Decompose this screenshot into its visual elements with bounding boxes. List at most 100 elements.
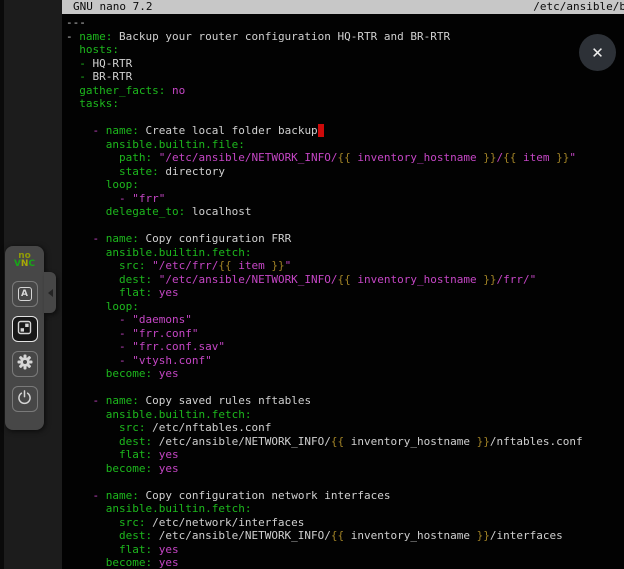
code-token: become: — [106, 556, 152, 569]
code-token — [66, 205, 106, 218]
code-line — [66, 111, 624, 125]
code-token: dest: — [119, 529, 152, 542]
code-token — [66, 70, 79, 83]
code-token: /frr/" — [497, 273, 537, 286]
code-token: yes — [159, 543, 179, 556]
code-token: hosts: — [79, 43, 119, 56]
code-line: become: yes — [66, 367, 624, 381]
code-line: become: yes — [66, 462, 624, 476]
code-line: flat: yes — [66, 543, 624, 557]
code-token: {{ — [218, 259, 231, 272]
code-line: ansible.builtin.fetch: — [66, 408, 624, 422]
code-token: ansible.builtin.fetch: — [106, 246, 252, 259]
code-token: state: — [119, 165, 159, 178]
code-token: }} — [477, 529, 490, 542]
code-token: Create local folder backup — [139, 124, 318, 137]
code-token: - — [93, 489, 106, 502]
code-token: loop: — [106, 178, 139, 191]
code-token: Backup your router configuration HQ-RTR … — [112, 30, 450, 43]
code-token: yes — [159, 367, 179, 380]
code-token: BR-RTR — [93, 70, 133, 83]
control-bar-handle[interactable] — [44, 272, 56, 313]
power-button[interactable] — [12, 386, 38, 412]
settings-button[interactable] — [12, 351, 38, 377]
nano-app-title: GNU nano 7.2 — [73, 0, 152, 14]
novnc-logo-letter-c: C — [28, 259, 35, 269]
code-token — [66, 516, 119, 529]
code-token: src: — [119, 421, 146, 434]
code-token: /etc/nftables.conf — [145, 421, 271, 434]
code-line: dest: /etc/ansible/NETWORK_INFO/{{ inven… — [66, 529, 624, 543]
code-token: inventory_hostname — [351, 273, 483, 286]
code-line: delegate_to: localhost — [66, 205, 624, 219]
code-line: gather_facts: no — [66, 84, 624, 98]
code-token: {{ — [503, 151, 516, 164]
code-token: become: — [106, 367, 152, 380]
code-token: become: — [106, 462, 152, 475]
code-token: ansible.builtin.fetch: — [106, 502, 252, 515]
code-token: src: — [119, 516, 146, 529]
code-token: - — [93, 124, 106, 137]
code-token: name: — [106, 394, 139, 407]
code-line — [66, 381, 624, 395]
code-token — [66, 97, 79, 110]
collapse-arrow-icon — [48, 289, 53, 297]
code-token — [66, 165, 119, 178]
code-token — [66, 178, 106, 191]
keyboard-button[interactable]: A — [12, 281, 38, 307]
terminal-window[interactable]: GNU nano 7.2 /etc/ansible/b ---- name: B… — [62, 0, 624, 569]
code-token — [66, 448, 119, 461]
code-token — [66, 529, 119, 542]
code-token: /interfaces — [490, 529, 563, 542]
code-token: {{ — [331, 435, 344, 448]
keyboard-key-icon: A — [18, 287, 32, 301]
code-token: yes — [159, 448, 179, 461]
code-line: state: directory — [66, 165, 624, 179]
code-line: hosts: — [66, 43, 624, 57]
code-token: "/etc/frr/ — [152, 259, 218, 272]
code-token — [66, 327, 119, 340]
code-token — [66, 57, 79, 70]
code-token: - "vtysh.conf" — [119, 354, 212, 367]
code-token: loop: — [106, 300, 139, 313]
code-line: --- — [66, 16, 624, 30]
code-token: /etc/ansible/NETWORK_INFO/ — [152, 435, 331, 448]
code-line: - "frr.conf.sav" — [66, 340, 624, 354]
code-token: - "frr.conf.sav" — [119, 340, 225, 353]
code-token — [66, 367, 106, 380]
code-token: flat: — [119, 286, 152, 299]
code-token: Copy saved rules nftables — [139, 394, 311, 407]
code-token — [66, 556, 106, 569]
code-token — [66, 273, 119, 286]
code-line: flat: yes — [66, 448, 624, 462]
vnc-button-group: A — [12, 281, 38, 412]
code-token: "/etc/ansible/NETWORK_INFO/ — [159, 273, 338, 286]
code-token — [152, 286, 159, 299]
code-line: flat: yes — [66, 286, 624, 300]
code-token: name: — [106, 232, 139, 245]
code-token: yes — [159, 286, 179, 299]
code-token: --- — [66, 16, 86, 29]
fullscreen-button[interactable] — [12, 316, 38, 342]
code-token: flat: — [119, 448, 152, 461]
vnc-sidebar: no VNC A — [0, 0, 62, 569]
code-token — [66, 502, 106, 515]
code-token — [66, 151, 119, 164]
code-line: dest: /etc/ansible/NETWORK_INFO/{{ inven… — [66, 435, 624, 449]
code-token: name: — [79, 30, 112, 43]
code-token: HQ-RTR — [93, 57, 133, 70]
fullscreen-icon — [17, 320, 32, 339]
gear-icon — [17, 354, 33, 374]
close-button[interactable]: ✕ — [579, 34, 616, 71]
code-line: - BR-RTR — [66, 70, 624, 84]
code-line: - name: Copy saved rules nftables — [66, 394, 624, 408]
editor-lines[interactable]: ---- name: Backup your router configurat… — [62, 14, 624, 569]
code-token — [165, 84, 172, 97]
code-line: src: "/etc/frr/{{ item }}" — [66, 259, 624, 273]
code-token — [66, 489, 93, 502]
code-line: - HQ-RTR — [66, 57, 624, 71]
code-token: ansible.builtin.file: — [106, 138, 245, 151]
code-token: /etc/network/interfaces — [145, 516, 304, 529]
code-token — [152, 462, 159, 475]
code-token: - — [79, 70, 92, 83]
